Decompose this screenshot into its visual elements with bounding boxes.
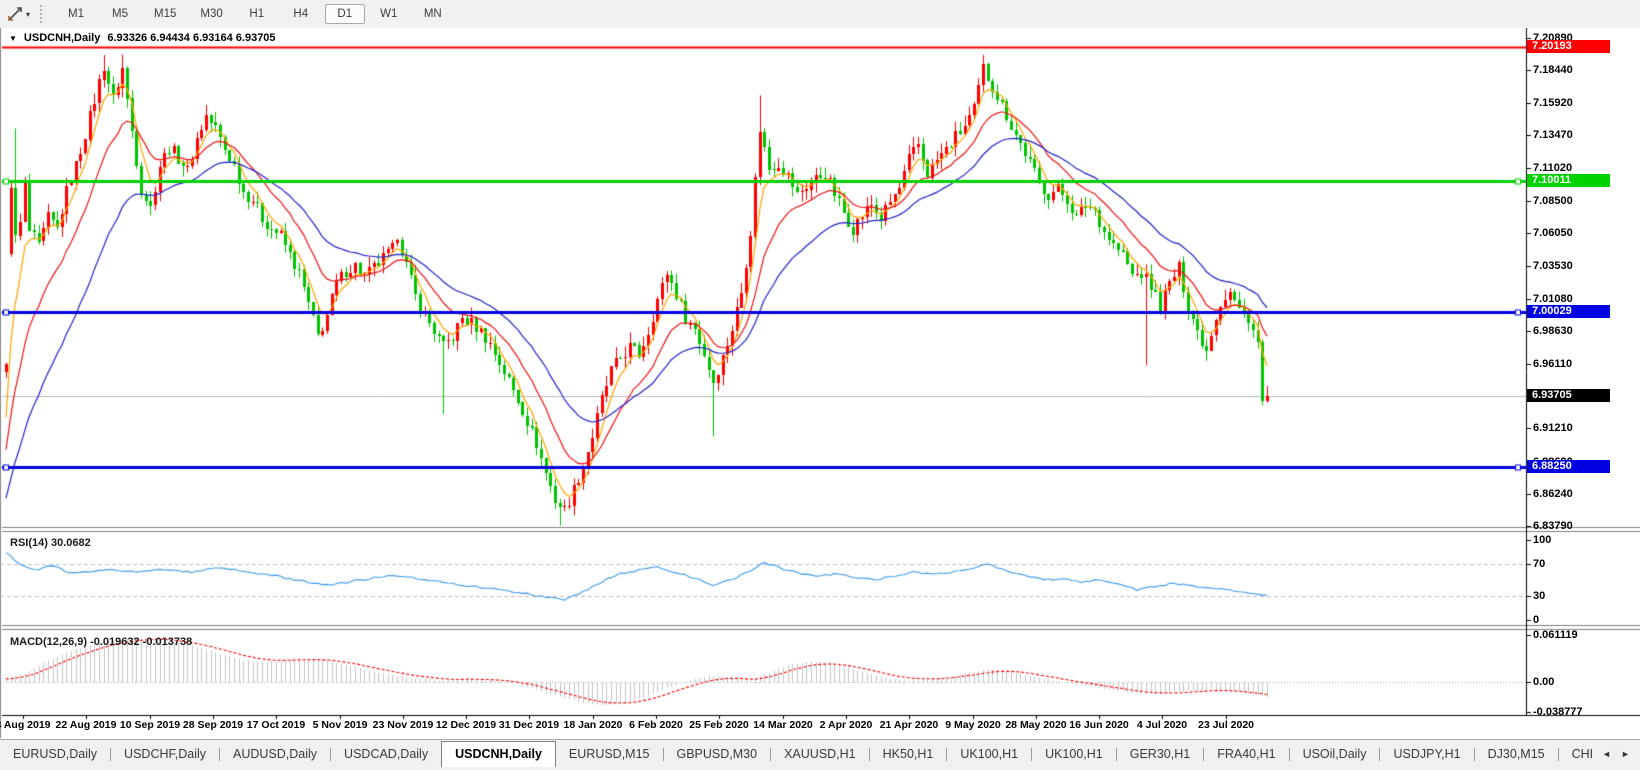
date-axis-label: 5 Nov 2019 <box>313 719 368 731</box>
chart-tools-group: ▾ <box>0 6 34 22</box>
rsi-axis-label: 70 <box>1533 558 1545 570</box>
chart-cursor-icon[interactable] <box>7 6 23 22</box>
macd-axis-label: -0.038777 <box>1533 706 1583 718</box>
timeframe-button-h1[interactable]: H1 <box>237 4 277 24</box>
tab-usdcnh-daily[interactable]: USDCNH,Daily <box>441 741 556 767</box>
date-axis-label: 4 Jul 2020 <box>1137 719 1187 731</box>
rsi-axis-label: 30 <box>1533 590 1545 602</box>
timeframe-button-d1[interactable]: D1 <box>325 4 365 24</box>
date-axis-label: 25 Feb 2020 <box>689 719 749 731</box>
date-axis-label: 6 Feb 2020 <box>629 719 683 731</box>
date-axis-label: 23 Jul 2020 <box>1198 719 1254 731</box>
price-axis-label: 6.83790 <box>1533 520 1573 532</box>
price-axis-label: 6.91210 <box>1533 422 1573 434</box>
tab-eurusd-m15[interactable]: EURUSD,M15 <box>556 742 663 766</box>
timeframe-button-m30[interactable]: M30 <box>190 4 232 24</box>
price-chart-canvas[interactable] <box>0 28 1640 738</box>
price-axis-label: 7.03530 <box>1533 260 1573 272</box>
tab-usoil-daily[interactable]: USOil,Daily <box>1290 742 1380 766</box>
tab-usdjpy-h1[interactable]: USDJPY,H1 <box>1380 742 1473 766</box>
timeframe-button-w1[interactable]: W1 <box>369 4 409 24</box>
date-axis-label: 28 Sep 2019 <box>183 719 243 731</box>
date-axis-label: 9 May 2020 <box>945 719 1000 731</box>
tab-scroll-left-icon[interactable]: ◄ <box>1602 749 1611 759</box>
date-axis-label: 17 Oct 2019 <box>247 719 305 731</box>
timeframe-button-h4[interactable]: H4 <box>281 4 321 24</box>
price-axis-label: 7.11020 <box>1533 162 1572 174</box>
rsi-axis-label: 100 <box>1533 534 1551 546</box>
price-line-badge-6-88250: 6.88250 <box>1527 460 1610 473</box>
chart-title-symbol: USDCNH,Daily <box>24 32 100 44</box>
tab-eurusd-daily[interactable]: EURUSD,Daily <box>0 742 110 766</box>
timeframe-button-m1[interactable]: M1 <box>56 4 96 24</box>
timeframe-toolbar: ▾ M1M5M15M30H1H4D1W1MN <box>0 0 1640 29</box>
symbol-collapse-icon[interactable]: ▼ <box>9 34 17 43</box>
trading-terminal-window: ▾ M1M5M15M30H1H4D1W1MN ▼ USDCNH,Daily 6.… <box>0 0 1640 770</box>
price-axis-label: 6.86240 <box>1533 488 1573 500</box>
price-line-badge-6-93705: 6.93705 <box>1527 389 1610 402</box>
tab-gbpusd-m30[interactable]: GBPUSD,M30 <box>664 742 771 766</box>
timeframe-button-m5[interactable]: M5 <box>100 4 140 24</box>
date-axis-label: 21 Apr 2020 <box>880 719 939 731</box>
timeframe-button-m15[interactable]: M15 <box>144 4 186 24</box>
date-axis-label: 31 Dec 2019 <box>499 719 559 731</box>
tab-fra40-h1[interactable]: FRA40,H1 <box>1204 742 1288 766</box>
tab-usdchf-daily[interactable]: USDCHF,Daily <box>111 742 219 766</box>
price-line-badge-7-20193: 7.20193 <box>1527 40 1610 53</box>
tab-hk50-h1[interactable]: HK50,H1 <box>870 742 947 766</box>
rsi-indicator-label: RSI(14) 30.0682 <box>10 537 91 549</box>
price-axis-label: 7.01080 <box>1533 293 1573 305</box>
price-axis-label: 7.06050 <box>1533 227 1573 239</box>
macd-axis-label: 0.061119 <box>1533 629 1578 641</box>
chart-title: ▼ USDCNH,Daily 6.93326 6.94434 6.93164 6… <box>9 31 276 45</box>
date-axis-label: 18 Jan 2020 <box>564 719 623 731</box>
price-axis-label: 6.98630 <box>1533 325 1573 337</box>
date-axis-label: 23 Nov 2019 <box>373 719 434 731</box>
date-axis-label: 3 Aug 2019 <box>0 719 51 731</box>
macd-indicator-label: MACD(12,26,9) -0.019632 -0.013738 <box>10 636 192 648</box>
tab-xauusd-h1[interactable]: XAUUSD,H1 <box>771 742 869 766</box>
timeframe-button-mn[interactable]: MN <box>413 4 453 24</box>
tab-uk100-h1[interactable]: UK100,H1 <box>947 742 1031 766</box>
tab-scroll-arrows: ◄ ► <box>1592 740 1640 767</box>
price-axis-label: 6.96110 <box>1533 358 1572 370</box>
tab-dj30-m15[interactable]: DJ30,M15 <box>1475 742 1558 766</box>
price-axis-label: 7.18440 <box>1533 64 1573 76</box>
date-axis-label: 2 Apr 2020 <box>820 719 873 731</box>
date-axis-label: 12 Dec 2019 <box>436 719 496 731</box>
price-axis-label: 7.15920 <box>1533 97 1573 109</box>
chart-title-ohlc: 6.93326 6.94434 6.93164 6.93705 <box>107 32 275 44</box>
chevron-down-icon[interactable]: ▾ <box>26 10 30 19</box>
tab-usdcad-daily[interactable]: USDCAD,Daily <box>331 742 441 766</box>
tab-ger30-h1[interactable]: GER30,H1 <box>1117 742 1203 766</box>
price-axis-label: 7.13470 <box>1533 129 1573 141</box>
date-axis-label: 16 Jun 2020 <box>1069 719 1129 731</box>
chart-tab-bar: EURUSD,DailyUSDCHF,DailyAUDUSD,DailyUSDC… <box>0 739 1640 770</box>
timeframe-buttons: M1M5M15M30H1H4D1W1MN <box>54 4 455 24</box>
price-axis-label: 7.08500 <box>1533 195 1573 207</box>
date-axis-label: 28 May 2020 <box>1005 719 1066 731</box>
tab-uk100-h1[interactable]: UK100,H1 <box>1032 742 1116 766</box>
tab-audusd-daily[interactable]: AUDUSD,Daily <box>220 742 330 766</box>
price-line-badge-7-10011: 7.10011 <box>1527 174 1610 187</box>
toolbar-grip-handle[interactable] <box>40 5 46 23</box>
date-axis-label: 22 Aug 2019 <box>56 719 117 731</box>
date-axis-label: 10 Sep 2019 <box>120 719 180 731</box>
tab-scroll-right-icon[interactable]: ► <box>1621 749 1630 759</box>
macd-axis-label: 0.00 <box>1533 676 1554 688</box>
date-axis-label: 14 Mar 2020 <box>753 719 813 731</box>
rsi-axis-label: 0 <box>1533 614 1539 626</box>
price-line-badge-7-00029: 7.00029 <box>1527 305 1610 318</box>
